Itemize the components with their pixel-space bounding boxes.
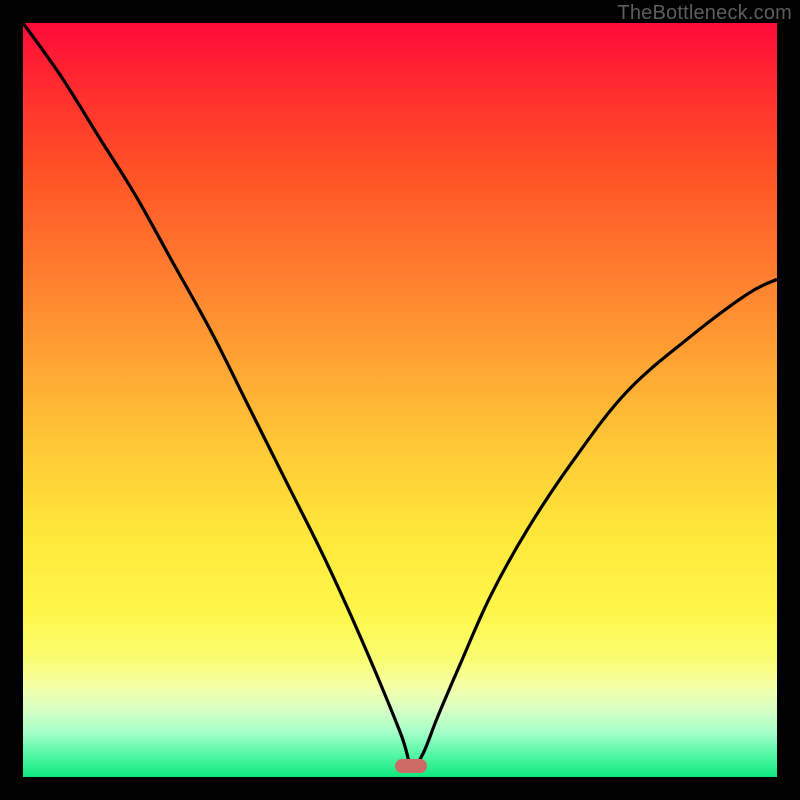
plot-area xyxy=(23,23,777,777)
chart-stage: TheBottleneck.com xyxy=(0,0,800,800)
curve-path xyxy=(23,23,777,767)
watermark-text: TheBottleneck.com xyxy=(617,2,792,25)
minimum-marker xyxy=(395,759,427,773)
bottleneck-curve xyxy=(23,23,777,777)
